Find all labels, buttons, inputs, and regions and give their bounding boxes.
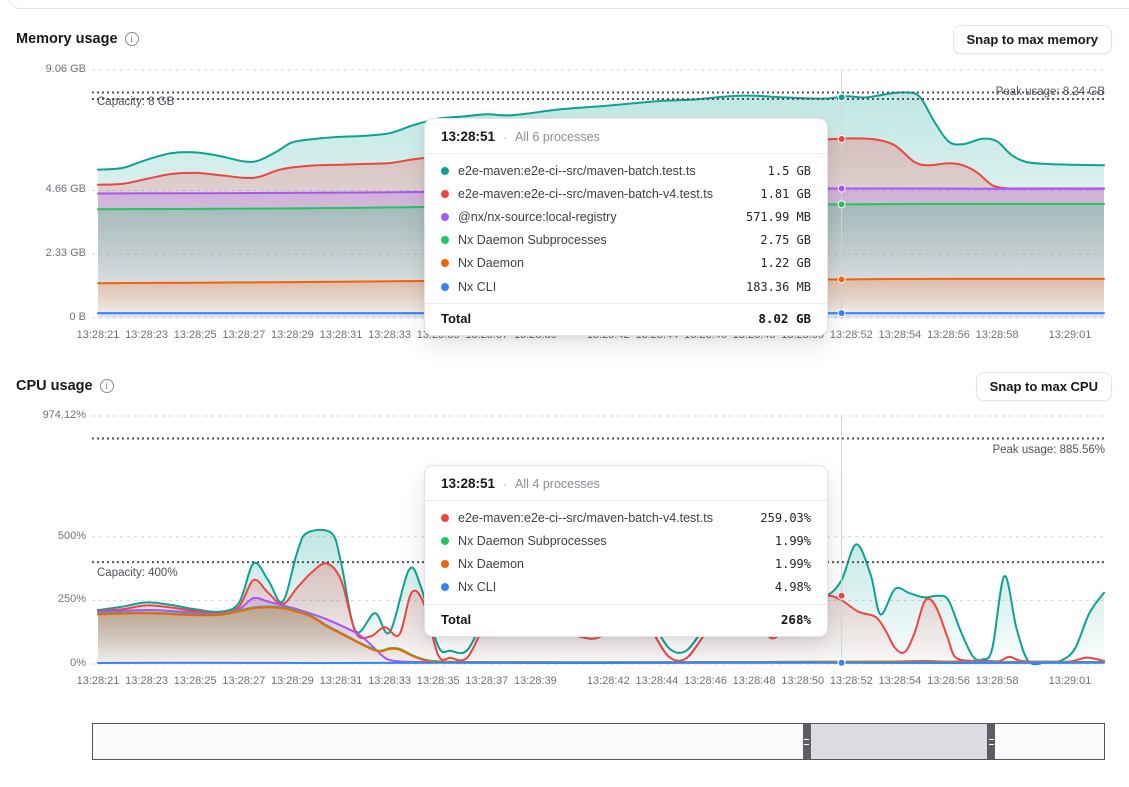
tooltip-total-label: Total <box>441 311 471 326</box>
tooltip-total-row: Total 268% <box>425 604 827 636</box>
tooltip-process-row: e2e-maven:e2e-ci--src/maven-batch-v4.tes… <box>425 506 827 529</box>
process-value: 1.99% <box>775 557 811 571</box>
process-name: Nx Daemon <box>458 557 766 571</box>
brush-handle-left[interactable] <box>803 724 811 759</box>
tooltip-time: 13:28:51 <box>441 476 495 491</box>
series-color-dot-icon <box>441 283 449 291</box>
tooltip-process-row: Nx Daemon Subprocesses 2.75 GB <box>425 229 827 252</box>
tooltip-separator: · <box>503 130 507 144</box>
series-color-dot-icon <box>441 259 449 267</box>
memory-capacity-label: Capacity: 8 GB <box>97 96 174 108</box>
x-tick-label: 13:29:01 <box>1030 675 1110 687</box>
tooltip-summary: All 4 processes <box>515 477 600 491</box>
process-value: 4.98% <box>775 580 811 594</box>
y-tick-label: 2.33 GB <box>0 247 86 259</box>
series-color-dot-icon <box>441 583 449 591</box>
y-tick-label: 9.06 GB <box>0 63 86 75</box>
x-tick-label: 13:28:58 <box>957 329 1037 341</box>
tooltip-rows: e2e-maven:e2e-ci--src/maven-batch.test.t… <box>425 153 827 303</box>
tooltip-total-label: Total <box>441 612 471 627</box>
y-tick-label: 4.66 GB <box>0 183 86 195</box>
process-name: Nx Daemon Subprocesses <box>458 233 751 247</box>
y-tick-label: 0% <box>0 657 86 669</box>
x-tick-label: 13:28:39 <box>495 675 575 687</box>
time-range-brush-track[interactable] <box>92 723 1105 760</box>
process-name: Nx CLI <box>458 280 737 294</box>
process-value: 259.03% <box>760 511 811 525</box>
tooltip-header: 13:28:51 · All 4 processes <box>425 466 827 500</box>
process-name: e2e-maven:e2e-ci--src/maven-batch.test.t… <box>458 164 759 178</box>
series-color-dot-icon <box>441 213 449 221</box>
y-tick-label: 0 B <box>0 311 86 323</box>
brush-handle-right[interactable] <box>987 724 995 759</box>
tooltip-process-row: Nx CLI 4.98% <box>425 576 827 599</box>
series-color-dot-icon <box>441 514 449 522</box>
series-color-dot-icon <box>441 190 449 198</box>
tooltip-process-row: Nx Daemon Subprocesses 1.99% <box>425 529 827 552</box>
tooltip-rows: e2e-maven:e2e-ci--src/maven-batch-v4.tes… <box>425 500 827 604</box>
series-color-dot-icon <box>441 537 449 545</box>
tooltip-process-row: @nx/nx-source:local-registry 571.99 MB <box>425 205 827 228</box>
series-color-dot-icon <box>441 236 449 244</box>
tooltip-process-row: Nx Daemon 1.99% <box>425 552 827 575</box>
tooltip-process-row: Nx Daemon 1.22 GB <box>425 252 827 275</box>
tooltip-summary: All 6 processes <box>515 130 600 144</box>
tooltip-total-row: Total 8.02 GB <box>425 303 827 335</box>
tooltip-separator: · <box>503 477 507 491</box>
tooltip-total-value: 8.02 GB <box>758 311 811 326</box>
x-tick-label: 13:29:01 <box>1030 329 1110 341</box>
y-tick-label: 250% <box>0 593 86 605</box>
process-name: Nx Daemon <box>458 256 751 270</box>
series-color-dot-icon <box>441 167 449 175</box>
resource-usage-page: { "colors": { "teal": "#0ea293", "red": … <box>0 0 1129 787</box>
memory-tooltip: 13:28:51 · All 6 processes e2e-maven:e2e… <box>424 118 828 336</box>
memory-peak-label: Peak usage: 8.24 GB <box>996 86 1105 98</box>
tooltip-header: 13:28:51 · All 6 processes <box>425 119 827 153</box>
grip-icon <box>804 739 809 745</box>
process-value: 1.99% <box>775 534 811 548</box>
tooltip-process-row: e2e-maven:e2e-ci--src/maven-batch.test.t… <box>425 159 827 182</box>
process-value: 1.22 GB <box>760 256 811 270</box>
tooltip-process-row: e2e-maven:e2e-ci--src/maven-batch-v4.tes… <box>425 182 827 205</box>
cpu-tooltip: 13:28:51 · All 4 processes e2e-maven:e2e… <box>424 465 828 637</box>
grip-icon <box>989 739 994 745</box>
x-tick-label: 13:28:58 <box>957 675 1037 687</box>
process-name: @nx/nx-source:local-registry <box>458 210 737 224</box>
process-value: 183.36 MB <box>746 280 811 294</box>
process-name: Nx CLI <box>458 580 766 594</box>
brush-selection[interactable] <box>803 724 996 759</box>
process-value: 1.81 GB <box>760 187 811 201</box>
tooltip-time: 13:28:51 <box>441 129 495 144</box>
series-color-dot-icon <box>441 560 449 568</box>
cpu-peak-label: Peak usage: 885.56% <box>992 444 1105 456</box>
process-value: 2.75 GB <box>760 233 811 247</box>
process-name: Nx Daemon Subprocesses <box>458 534 766 548</box>
process-value: 571.99 MB <box>746 210 811 224</box>
cpu-capacity-label: Capacity: 400% <box>97 567 178 579</box>
tooltip-process-row: Nx CLI 183.36 MB <box>425 275 827 298</box>
process-name: e2e-maven:e2e-ci--src/maven-batch-v4.tes… <box>458 511 751 525</box>
y-tick-label: 500% <box>0 530 86 542</box>
process-name: e2e-maven:e2e-ci--src/maven-batch-v4.tes… <box>458 187 751 201</box>
tooltip-total-value: 268% <box>781 612 811 627</box>
y-tick-label: 974.12% <box>0 409 86 421</box>
process-value: 1.5 GB <box>768 164 811 178</box>
